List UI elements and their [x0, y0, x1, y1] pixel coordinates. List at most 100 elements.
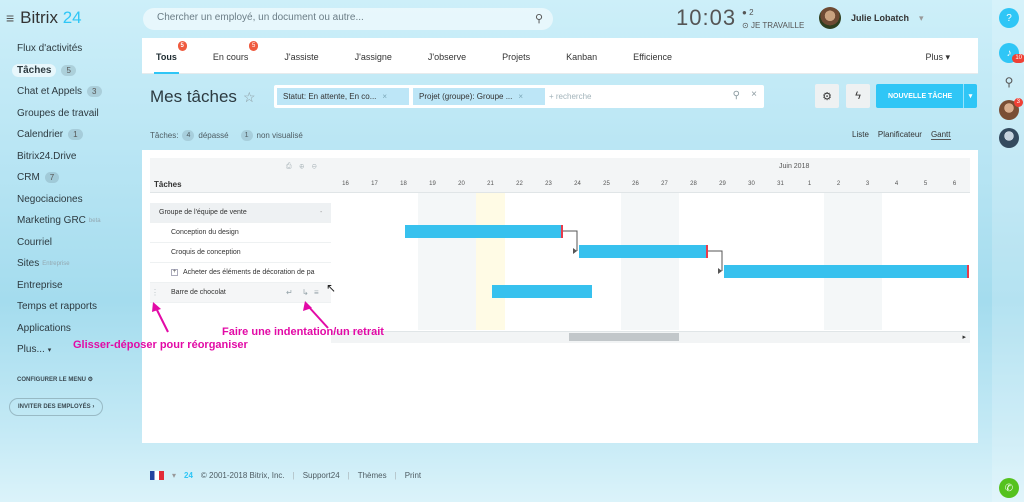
sidebar-item-mail[interactable]: Courriel: [0, 232, 135, 254]
sidebar-item-label: Courriel: [17, 236, 53, 248]
task-title[interactable]: Croquis de conception: [171, 249, 241, 256]
app-logo[interactable]: ≡ Bitrix 24: [6, 8, 82, 28]
sidebar-item-label: Plus...: [17, 344, 45, 356]
sidebar-item-tasks[interactable]: Tâches 5: [0, 60, 135, 82]
scroll-right-icon[interactable]: ▸: [962, 333, 966, 341]
tab-in-progress[interactable]: En cours 5: [213, 38, 259, 74]
day-label: 4: [894, 181, 899, 187]
sidebar-item-crm[interactable]: CRM 7: [0, 167, 135, 189]
sidebar-item-label: Groupes de travail: [17, 107, 99, 119]
collapse-icon[interactable]: -: [320, 209, 322, 216]
sidebar-item-activity[interactable]: Flux d'activités: [0, 38, 135, 60]
search-icon[interactable]: ⚲: [999, 72, 1019, 92]
print-zoom-icons[interactable]: ⎙ ⊕ ⊖: [286, 163, 320, 171]
drag-handle-icon[interactable]: ⋮: [151, 288, 159, 297]
sidebar-item-sites[interactable]: Sites Entreprise: [0, 253, 135, 275]
lightning-icon: ϟ: [855, 90, 861, 102]
tab-label: J'observe: [427, 51, 467, 62]
help-icon[interactable]: ?: [999, 8, 1019, 28]
filter-search-input[interactable]: + recherche: [549, 92, 591, 101]
clock-time[interactable]: 10:03: [676, 5, 736, 31]
avatar: [819, 7, 841, 29]
task-title[interactable]: Acheter des éléments de décoration de pa: [183, 269, 315, 276]
automation-button[interactable]: ϟ: [846, 84, 870, 108]
work-status[interactable]: ● 2 ⊙ JE TRAVAILLE: [742, 6, 804, 32]
divider: |: [347, 471, 350, 480]
tab-assisting[interactable]: J'assiste: [284, 38, 318, 74]
tab-assigned[interactable]: J'assigne: [355, 38, 392, 74]
tab-all[interactable]: Tous 5: [154, 38, 187, 74]
themes-link[interactable]: Thèmes: [358, 471, 387, 480]
chevron-down-icon: ▾: [919, 12, 924, 23]
print-link[interactable]: Print: [405, 471, 421, 480]
sidebar-item-apps[interactable]: Applications: [0, 318, 135, 340]
clear-icon[interactable]: ×: [751, 89, 757, 100]
chat-icon[interactable]: ✆: [999, 478, 1019, 498]
search-icon[interactable]: ⚲: [535, 12, 543, 25]
sidebar-item-label: Temps et rapports: [17, 301, 98, 313]
day-label: 29: [719, 181, 726, 187]
unseen-label[interactable]: non visualisé: [257, 131, 303, 140]
view-gantt[interactable]: Gantt: [930, 130, 951, 140]
contact-avatar-icon[interactable]: 3: [999, 98, 1023, 120]
day-label: 6: [952, 181, 957, 187]
task-row[interactable]: + Acheter des éléments de décoration de p…: [150, 263, 331, 283]
user-menu[interactable]: Julie Lobatch ▾: [819, 7, 924, 29]
footer-logo: 24: [184, 471, 193, 480]
filter-chip-status[interactable]: Statut: En attente, En co... ×: [277, 88, 409, 105]
sidebar-item-label: Tâches: [12, 63, 57, 77]
overdue-count[interactable]: 4: [182, 130, 195, 141]
sidebar-item-chat[interactable]: Chat et Appels 3: [0, 81, 135, 103]
close-icon[interactable]: ×: [518, 88, 523, 105]
sidebar-item-marketing[interactable]: Marketing GRC beta: [0, 210, 135, 232]
day-label: 20: [458, 181, 465, 187]
group-label: Groupe de l'équipe de vente: [159, 209, 247, 216]
tab-kanban[interactable]: Kanban: [566, 38, 597, 74]
settings-button[interactable]: ⚙: [815, 84, 839, 108]
sidebar-item-drive[interactable]: Bitrix24.Drive: [0, 146, 135, 168]
tab-efficiency[interactable]: Efficience: [633, 38, 672, 74]
close-icon[interactable]: ×: [382, 88, 387, 105]
overdue-label[interactable]: dépassé: [198, 131, 228, 140]
language-flag-icon[interactable]: [150, 471, 164, 480]
scrollbar-thumb[interactable]: [569, 333, 679, 341]
invite-label: INVITER DES EMPLOYÉS: [18, 403, 91, 410]
invite-employees-button[interactable]: INVITER DES EMPLOYÉS ›: [9, 397, 104, 416]
bell-icon[interactable]: ♪ 10: [999, 43, 1024, 63]
chevron-down-icon[interactable]: ▾: [963, 84, 977, 108]
tab-projects[interactable]: Projets: [502, 38, 530, 74]
configure-menu-button[interactable]: CONFIGURER LE MENU ⚙: [9, 371, 101, 388]
search-input[interactable]: Chercher un employé, un document ou autr…: [143, 8, 553, 30]
group-avatar-icon[interactable]: [999, 128, 1019, 148]
task-menu-icon[interactable]: ≡: [314, 288, 319, 297]
filter-search-bar[interactable]: Statut: En attente, En co... × Projet (gr…: [274, 85, 764, 108]
new-task-button[interactable]: NOUVELLE TÂCHE ▾: [876, 84, 977, 108]
outdent-icon[interactable]: ↵: [286, 288, 293, 297]
group-row[interactable]: Groupe de l'équipe de vente -: [150, 203, 331, 223]
task-title[interactable]: Barre de chocolat: [171, 289, 226, 296]
filter-chip-project[interactable]: Projet (groupe): Groupe ... ×: [413, 88, 545, 105]
day-label: 28: [690, 181, 697, 187]
menu-icon[interactable]: ≡: [6, 10, 14, 26]
expand-icon[interactable]: +: [171, 269, 178, 276]
support-link[interactable]: Support24: [303, 471, 340, 480]
sidebar-item-workgroups[interactable]: Groupes de travail: [0, 103, 135, 125]
search-icon[interactable]: ⚲: [733, 90, 740, 101]
sidebar-item-label: Calendrier: [17, 129, 64, 141]
sidebar-count: 1: [68, 129, 83, 141]
task-row[interactable]: Conception du design: [150, 223, 331, 243]
unseen-count[interactable]: 1: [240, 130, 253, 141]
sidebar-item-calendar[interactable]: Calendrier 1: [0, 124, 135, 146]
star-icon[interactable]: ☆: [243, 89, 256, 105]
task-row[interactable]: Croquis de conception: [150, 243, 331, 263]
task-title[interactable]: Conception du design: [171, 229, 239, 236]
sidebar-item-deals[interactable]: Negociaciones: [0, 189, 135, 211]
sidebar-item-company[interactable]: Entreprise: [0, 275, 135, 297]
sidebar-item-time[interactable]: Temps et rapports: [0, 296, 135, 318]
view-list[interactable]: Liste: [852, 130, 869, 140]
tab-observing[interactable]: J'observe: [428, 38, 466, 74]
tab-label: Efficience: [633, 51, 673, 62]
more-tabs-button[interactable]: Plus ▾: [925, 52, 950, 63]
view-planner[interactable]: Planificateur: [878, 130, 922, 140]
indent-icon[interactable]: ↳: [302, 288, 309, 297]
